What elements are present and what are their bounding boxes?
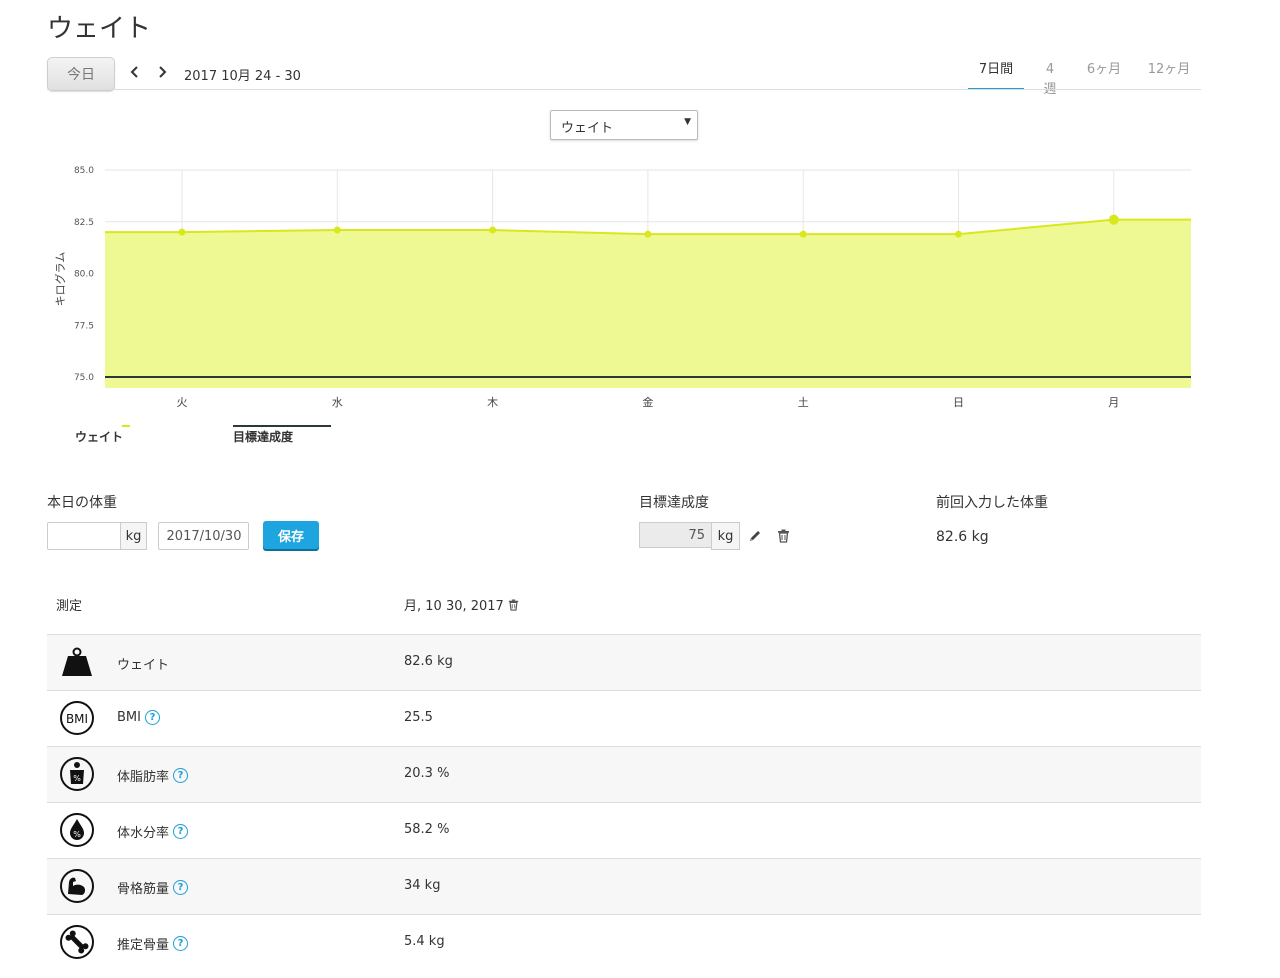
- legend-goal[interactable]: 目標達成度: [233, 425, 331, 445]
- weight-chart: 85.0 82.5 80.0 77.5 75.0 火 水 木 金 土 日 月 キログラム: [53, 166, 1191, 409]
- muscle-icon: [59, 868, 95, 904]
- date-input[interactable]: 2017/10/30: [158, 522, 249, 550]
- weight-point: [489, 226, 497, 234]
- body-water-icon: %: [59, 812, 95, 848]
- today-weight-label: 本日の体重: [47, 495, 117, 511]
- legend-goal-label: 目標達成度: [233, 430, 294, 444]
- x-tick-label: 水: [332, 396, 343, 409]
- caret-down-icon: ▼: [684, 117, 691, 127]
- y-tick-label: 85.0: [74, 166, 94, 176]
- measurement-header-label: 測定: [56, 599, 83, 614]
- chevron-right-icon[interactable]: [154, 62, 170, 82]
- y-tick-label: 75.0: [74, 373, 94, 383]
- measurement-value: 58.2 %: [404, 822, 450, 837]
- weight-input[interactable]: [47, 522, 120, 550]
- legend-weight-label: ウェイト: [75, 430, 124, 444]
- weight-point: [333, 226, 341, 234]
- measurement-value: 82.6 kg: [404, 654, 453, 669]
- measurement-label: 体脂肪率?: [117, 766, 189, 785]
- trash-icon[interactable]: [775, 528, 791, 544]
- measurement-value: 20.3 %: [404, 766, 450, 781]
- chevron-left-icon[interactable]: [127, 62, 143, 82]
- header-divider: [47, 89, 1201, 90]
- weight-point: [799, 230, 807, 238]
- x-tick-label: 火: [177, 396, 188, 409]
- weight-point: [955, 230, 962, 238]
- goal-label: 目標達成度: [639, 495, 709, 511]
- weight-unit: kg: [120, 522, 147, 550]
- today-button[interactable]: 今日: [47, 57, 115, 91]
- x-tick-label: 金: [642, 395, 653, 409]
- body-fat-icon: %: [59, 756, 95, 792]
- measurement-label: 推定骨量?: [117, 934, 189, 953]
- goal-input[interactable]: 75: [639, 522, 711, 548]
- weight-area: [105, 219, 1191, 388]
- legend-weight-swatch: [122, 425, 130, 427]
- tab-6-months[interactable]: 6ヶ月: [1076, 60, 1132, 88]
- weight-point: [644, 230, 652, 238]
- y-axis-label: キログラム: [53, 252, 67, 307]
- last-weight-label: 前回入力した体重: [936, 495, 1048, 511]
- measurement-row-bmi: BMI BMI? 25.5: [47, 690, 1201, 746]
- svg-text:%: %: [73, 774, 81, 783]
- measurement-date-text: 月, 10 30, 2017: [404, 599, 504, 614]
- last-weight-value: 82.6 kg: [936, 529, 989, 545]
- goal-unit: kg: [711, 522, 740, 550]
- pencil-icon[interactable]: [747, 528, 763, 544]
- metric-select-value: ウェイト: [561, 121, 614, 136]
- tab-4-weeks[interactable]: 4週: [1030, 60, 1070, 97]
- save-button[interactable]: 保存: [263, 521, 319, 549]
- measurement-value: 25.5: [404, 710, 433, 725]
- help-icon[interactable]: ?: [173, 936, 189, 951]
- measurement-date: 月, 10 30, 2017: [404, 595, 519, 614]
- weight-icon: [59, 644, 95, 680]
- legend-weight[interactable]: ウェイト: [75, 425, 130, 445]
- measurement-value: 34 kg: [404, 878, 441, 893]
- measurement-label: 体水分率?: [117, 822, 189, 841]
- trash-icon[interactable]: [508, 599, 519, 611]
- x-tick-label: 日: [953, 396, 964, 409]
- y-tick-label: 77.5: [74, 321, 94, 331]
- measurement-row-weight: ウェイト 82.6 kg: [47, 634, 1201, 690]
- measurement-label: BMI?: [117, 710, 160, 725]
- bone-icon: [59, 924, 95, 960]
- weight-point: [178, 228, 186, 236]
- weight-point: [1108, 214, 1119, 225]
- x-tick-label: 土: [798, 396, 809, 409]
- measurement-row-bone: 推定骨量? 5.4 kg: [47, 914, 1201, 970]
- y-tick-label: 80.0: [74, 270, 94, 280]
- bmi-icon: BMI: [59, 700, 95, 736]
- measurement-value: 5.4 kg: [404, 934, 445, 949]
- chart-area: [105, 219, 1191, 388]
- help-icon[interactable]: ?: [173, 768, 189, 783]
- help-icon[interactable]: ?: [173, 824, 189, 839]
- metric-select[interactable]: ウェイト ▼: [550, 110, 698, 140]
- measurement-label: ウェイト: [117, 658, 170, 673]
- measurement-row-body-water: % 体水分率? 58.2 %: [47, 802, 1201, 858]
- tab-12-months[interactable]: 12ヶ月: [1137, 60, 1201, 88]
- tab-7-days[interactable]: 7日間: [968, 60, 1024, 90]
- help-icon[interactable]: ?: [173, 880, 189, 895]
- legend-goal-swatch: [233, 425, 331, 427]
- svg-text:BMI: BMI: [66, 712, 88, 726]
- x-tick-label: 月: [1108, 396, 1119, 409]
- page-title: ウェイト: [47, 14, 152, 44]
- help-icon[interactable]: ?: [144, 710, 160, 725]
- measurement-label: 骨格筋量?: [117, 878, 189, 897]
- x-tick-label: 木: [487, 396, 498, 409]
- measurement-row-muscle: 骨格筋量? 34 kg: [47, 858, 1201, 914]
- svg-text:%: %: [73, 830, 81, 839]
- y-tick-label: 82.5: [74, 218, 94, 228]
- measurement-row-body-fat: % 体脂肪率? 20.3 %: [47, 746, 1201, 802]
- date-range: 2017 10月 24 - 30: [184, 69, 301, 84]
